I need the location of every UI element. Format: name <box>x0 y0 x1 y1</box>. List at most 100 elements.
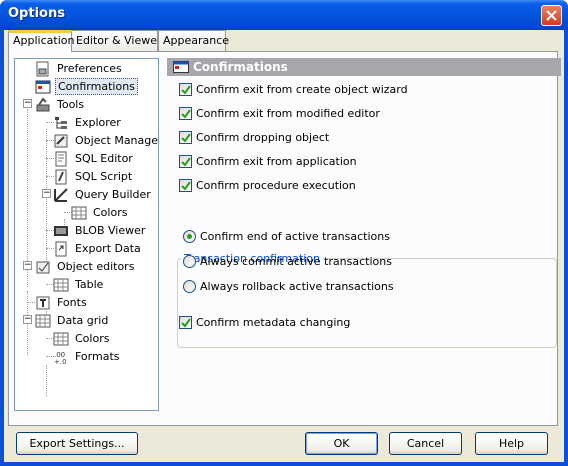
tree-item-label: Explorer <box>75 116 121 129</box>
radio-always-rollback[interactable]: Always rollback active transactions <box>183 280 394 293</box>
checkbox-confirm-procedure[interactable]: Confirm procedure execution <box>179 179 356 192</box>
checkbox-confirm-exit-wizard[interactable]: Confirm exit from create object wizard <box>179 83 408 96</box>
tree-item-label: SQL Editor <box>75 152 133 165</box>
tree-item-explorer[interactable]: Explorer <box>53 114 123 131</box>
grid-colors-icon <box>71 206 87 219</box>
tree-item-preferences[interactable]: Preferences <box>35 60 124 77</box>
tree-item-tools[interactable]: Tools <box>35 96 86 113</box>
sql-script-icon <box>55 169 67 184</box>
tree-item-dg-colors[interactable]: Colors <box>53 330 111 347</box>
collapse-toggle-object-editors[interactable]: − <box>23 261 32 270</box>
blob-viewer-icon <box>54 225 68 236</box>
tree-item-label: Export Data <box>75 242 141 255</box>
radio-label: Always commit active transactions <box>200 255 392 268</box>
checkbox-confirm-exit-editor[interactable]: Confirm exit from modified editor <box>179 107 380 120</box>
radio-circle[interactable] <box>183 280 196 293</box>
checkmark-icon <box>181 109 191 119</box>
tree-item-label: Query Builder <box>75 188 151 201</box>
checkmark-icon <box>181 318 191 328</box>
checkmark-icon <box>181 181 191 191</box>
section-header: Confirmations <box>167 58 561 76</box>
collapse-toggle-data-grid[interactable]: − <box>23 315 32 324</box>
collapse-toggle-tools[interactable]: − <box>23 99 32 108</box>
export-data-icon <box>55 241 67 256</box>
checkbox-box[interactable] <box>179 155 192 168</box>
checkbox-box[interactable] <box>179 107 192 120</box>
checkbox-confirm-exit-app[interactable]: Confirm exit from application <box>179 155 357 168</box>
tree-item-label: BLOB Viewer <box>75 224 146 237</box>
checkbox-box[interactable] <box>179 131 192 144</box>
tree-item-data-grid[interactable]: Data grid <box>35 312 110 329</box>
checkbox-box[interactable] <box>179 83 192 96</box>
checkbox-confirm-metadata[interactable]: Confirm metadata changing <box>179 316 350 329</box>
checkbox-confirm-dropping[interactable]: Confirm dropping object <box>179 131 329 144</box>
fonts-icon <box>36 296 50 309</box>
options-window: Options Application Editor & Viewers App… <box>0 0 568 466</box>
tree-item-object-manager[interactable]: Object Manager <box>53 132 159 149</box>
radio-confirm-end[interactable]: Confirm end of active transactions <box>183 230 390 243</box>
object-editors-icon <box>36 261 50 273</box>
tree-item-fonts[interactable]: Fonts <box>35 294 89 311</box>
tree-item-sql-script[interactable]: SQL Script <box>53 168 134 185</box>
title-bar[interactable]: Options <box>0 0 568 30</box>
tree-item-label: Tools <box>57 98 85 111</box>
preferences-icon <box>36 61 49 76</box>
tools-icon <box>36 96 50 111</box>
section-title: Confirmations <box>193 60 288 74</box>
tree-item-qb-colors[interactable]: Colors <box>71 204 129 221</box>
help-button[interactable]: Help <box>475 432 548 455</box>
tab-editor-viewers-label: Editor & Viewers <box>76 34 168 47</box>
radio-circle[interactable] <box>183 230 196 243</box>
tree-item-label: Object Manager <box>75 134 159 147</box>
checkbox-label: Confirm exit from modified editor <box>196 107 380 120</box>
tab-editor-viewers[interactable]: Editor & Viewers <box>71 30 167 51</box>
checkmark-icon <box>181 133 191 143</box>
collapse-toggle-query-builder[interactable]: − <box>42 189 51 198</box>
close-button[interactable] <box>541 5 562 26</box>
tree-item-query-builder[interactable]: Query Builder <box>53 186 153 203</box>
query-builder-icon <box>54 187 68 202</box>
export-settings-button[interactable]: Export Settings... <box>16 432 138 455</box>
tree-item-confirmations[interactable]: Confirmations <box>35 78 138 95</box>
object-manager-icon <box>54 134 68 147</box>
export-settings-label: Export Settings... <box>29 437 125 450</box>
checkbox-label: Confirm procedure execution <box>196 179 356 192</box>
tree-item-blob-viewer[interactable]: BLOB Viewer <box>53 222 147 239</box>
ok-label: OK <box>333 437 350 450</box>
tree-item-label: Confirmations <box>55 78 138 95</box>
tree-connector <box>46 365 47 397</box>
cancel-button[interactable]: Cancel <box>389 432 462 455</box>
options-tree[interactable]: Preferences Confirmations − Tools Explor… <box>14 58 159 411</box>
radio-label: Confirm end of active transactions <box>200 230 390 243</box>
tree-item-object-editors[interactable]: Object editors <box>35 258 136 275</box>
tab-application[interactable]: Application <box>8 30 74 52</box>
ok-button[interactable]: OK <box>305 432 378 455</box>
checkbox-box[interactable] <box>179 316 192 329</box>
confirmations-page: Confirmations Confirm exit from create o… <box>167 58 561 411</box>
tree-item-label: Colors <box>93 206 128 219</box>
checkmark-icon <box>181 157 191 167</box>
checkbox-label: Confirm dropping object <box>196 131 330 144</box>
cancel-label: Cancel <box>406 437 445 450</box>
tree-item-sql-editor[interactable]: SQL Editor <box>53 150 135 167</box>
tree-item-formats[interactable]: .00 +.0 Formats <box>53 348 122 365</box>
table-icon <box>53 278 69 291</box>
tree-item-export-data[interactable]: Export Data <box>53 240 143 257</box>
tree-item-label: Preferences <box>57 62 122 75</box>
tree-item-table[interactable]: Table <box>53 276 105 293</box>
tree-connector <box>27 302 35 303</box>
confirmations-icon <box>35 80 51 93</box>
sql-editor-icon <box>55 151 67 166</box>
tab-appearance[interactable]: Appearance <box>158 30 229 51</box>
tree-item-label: Data grid <box>57 314 109 327</box>
checkbox-box[interactable] <box>179 179 192 192</box>
window-title: Options <box>8 6 65 21</box>
checkbox-label: Confirm exit from application <box>196 155 357 168</box>
transaction-group <box>177 258 557 348</box>
formats-icon: .00+.0 <box>54 351 67 365</box>
help-label: Help <box>498 437 525 450</box>
radio-always-commit[interactable]: Always commit active transactions <box>183 255 392 268</box>
radio-circle[interactable] <box>183 255 196 268</box>
checkmark-icon <box>181 85 191 95</box>
explorer-icon <box>55 116 67 129</box>
